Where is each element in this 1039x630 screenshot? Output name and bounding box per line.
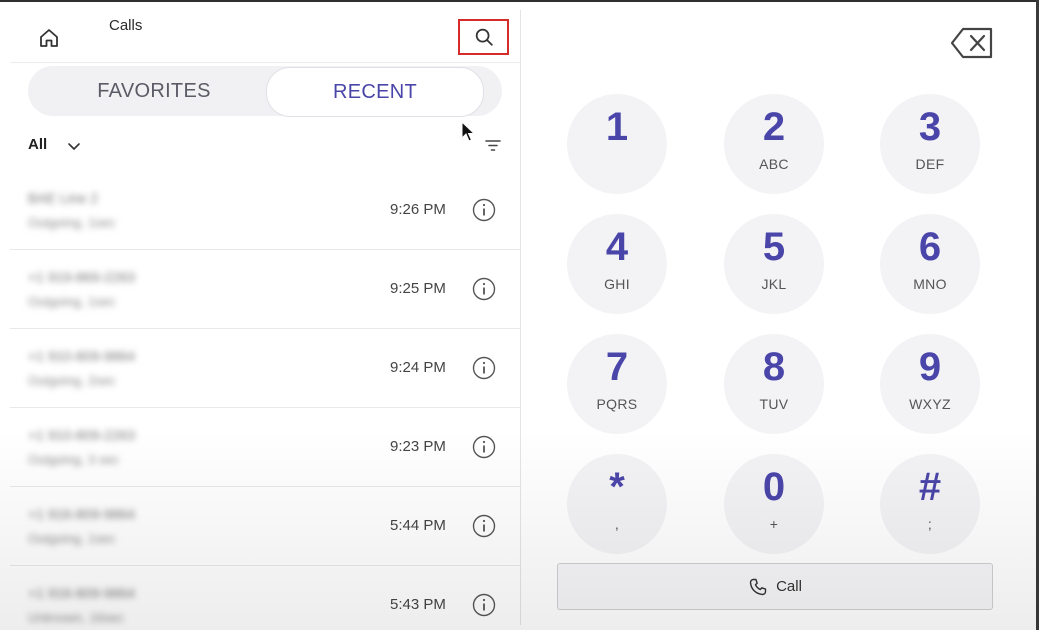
call-time: 9:26 PM [390,201,446,218]
info-icon[interactable] [472,435,496,459]
key-letters: GHI [604,276,630,292]
key-letters: , [614,516,620,532]
home-icon [40,29,58,47]
key-letters: + [769,516,779,532]
key-star[interactable]: * , [567,454,667,554]
key-1[interactable]: 1 [567,94,667,194]
key-7[interactable]: 7 PQRS [567,334,667,434]
key-letters: TUV [759,396,789,412]
key-digit: 1 [605,105,629,149]
dial-keypad: 1 2 ABC 3 DEF 4 GHI 5 JKL 6 MNO 7 PQRS 8 [567,94,981,554]
call-contact: +1 916-809-9864 [28,585,136,601]
list-item[interactable]: +1 916-809-9864 Unknown, 16sec 5:43 PM [10,566,520,630]
filter-dropdown-value[interactable]: All [28,136,47,153]
recent-calls-list: BAE Line 2 Outgoing, 1sec 9:26 PM +1 919… [10,171,520,630]
key-digit: 5 [762,225,786,269]
key-letters: JKL [761,276,787,292]
tab-favorites[interactable]: FAVORITES [28,66,280,116]
recent-calls-pane: Calls FAVORITES RECENT All BAE Line 2 Ou… [0,0,520,630]
call-button[interactable]: Call [557,563,993,610]
call-detail: Outgoing, 1sec [28,531,116,546]
key-6[interactable]: 6 MNO [880,214,980,314]
tab-recent[interactable]: RECENT [266,67,484,117]
page-title: Calls [109,17,143,34]
list-item[interactable]: BAE Line 2 Outgoing, 1sec 9:26 PM [10,171,520,250]
pane-divider [520,10,521,625]
key-digit: 9 [918,345,942,389]
call-contact: +1 910-809-9864 [28,348,136,364]
key-letters: DEF [915,156,945,172]
key-digit: # [918,465,942,509]
info-icon[interactable] [472,593,496,617]
call-contact: BAE Line 2 [28,190,99,206]
list-item[interactable]: +1 910-809-9864 Outgoing, 2sec 9:24 PM [10,329,520,408]
key-0[interactable]: 0 + [724,454,824,554]
call-detail: Outgoing, 3 sec [28,452,120,467]
search-icon [475,28,493,46]
info-icon[interactable] [472,356,496,380]
call-time: 9:23 PM [390,438,446,455]
info-icon[interactable] [472,277,496,301]
phone-icon [749,578,767,595]
header-divider [10,62,520,63]
key-4[interactable]: 4 GHI [567,214,667,314]
list-item[interactable]: +1 919-869-2263 Outgoing, 1sec 9:25 PM [10,250,520,329]
key-digit: 4 [605,225,629,269]
call-contact: +1 910-809-2263 [28,427,136,443]
sort-icon[interactable] [484,136,502,154]
filter-row: All [28,130,508,160]
info-icon[interactable] [472,514,496,538]
call-contact: +1 919-869-2263 [28,269,136,285]
list-item[interactable]: +1 916-809-9864 Outgoing, 1sec 5:44 PM [10,487,520,566]
backspace-icon[interactable] [949,26,995,60]
key-8[interactable]: 8 TUV [724,334,824,434]
key-digit: 2 [762,105,786,149]
key-letters: ; [927,516,933,532]
key-5[interactable]: 5 JKL [724,214,824,314]
mouse-cursor-icon [461,121,475,142]
list-item[interactable]: +1 910-809-2263 Outgoing, 3 sec 9:23 PM [10,408,520,487]
key-2[interactable]: 2 ABC [724,94,824,194]
key-digit: 7 [605,345,629,389]
key-hash[interactable]: # ; [880,454,980,554]
calls-screen: Calls FAVORITES RECENT All BAE Line 2 Ou… [0,0,1039,630]
call-detail: Outgoing, 2sec [28,373,116,388]
search-button[interactable] [458,19,509,55]
key-digit: * [609,465,625,509]
call-time: 5:43 PM [390,596,446,613]
key-letters: PQRS [596,396,638,412]
key-9[interactable]: 9 WXYZ [880,334,980,434]
call-detail: Unknown, 16sec [28,610,125,625]
call-detail: Outgoing, 1sec [28,215,116,230]
key-digit: 6 [918,225,942,269]
call-time: 5:44 PM [390,517,446,534]
key-digit: 0 [762,465,786,509]
key-letters: MNO [913,276,947,292]
key-letters: ABC [759,156,789,172]
key-digit: 8 [762,345,786,389]
call-time: 9:25 PM [390,280,446,297]
key-letters: WXYZ [909,396,951,412]
call-time: 9:24 PM [390,359,446,376]
chevron-down-icon[interactable] [64,136,84,156]
call-tabs: FAVORITES RECENT [28,66,502,117]
info-icon[interactable] [472,198,496,222]
call-button-label: Call [776,578,802,595]
home-button[interactable] [34,24,64,52]
key-3[interactable]: 3 DEF [880,94,980,194]
call-detail: Outgoing, 1sec [28,294,116,309]
key-digit: 3 [918,105,942,149]
call-contact: +1 916-809-9864 [28,506,136,522]
